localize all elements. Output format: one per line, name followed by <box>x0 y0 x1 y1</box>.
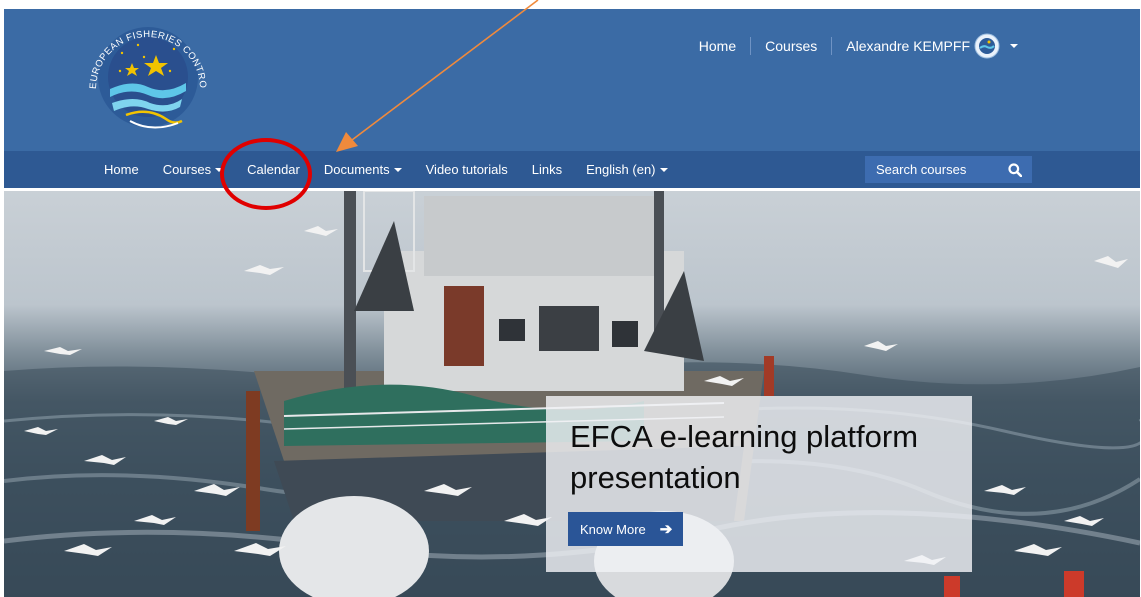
nav-item-language[interactable]: English (en) <box>574 162 679 177</box>
top-nav: Home Courses Alexandre KEMPFF <box>685 33 1018 59</box>
nav-item-calendar[interactable]: Calendar <box>235 162 312 177</box>
chevron-down-icon <box>393 167 402 172</box>
efca-logo[interactable]: EUROPEAN FISHERIES CONTROL AGENCY <box>78 3 214 143</box>
search-box <box>865 156 1032 183</box>
nav-item-label: Courses <box>162 162 212 177</box>
hero-caption-panel: EFCA e-learning platform presentation Kn… <box>546 396 972 572</box>
nav-item-video-tutorials[interactable]: Video tutorials <box>414 162 520 177</box>
site-header: EUROPEAN FISHERIES CONTROL AGENCY Home C… <box>4 3 1140 151</box>
search-button[interactable] <box>998 156 1032 183</box>
chevron-down-icon <box>215 167 224 172</box>
user-name: Alexandre KEMPFF <box>846 38 970 54</box>
nav-item-label: Calendar <box>247 162 300 177</box>
chevron-down-icon <box>1010 44 1018 48</box>
top-nav-courses[interactable]: Courses <box>751 38 831 54</box>
chevron-down-icon <box>659 167 668 172</box>
hero-banner: EFCA e-learning platform presentation Kn… <box>4 191 1140 597</box>
nav-item-label: English (en) <box>586 162 656 177</box>
nav-item-label: Documents <box>323 162 390 177</box>
know-more-label: Know More <box>580 521 646 537</box>
nav-item-home[interactable]: Home <box>92 162 151 177</box>
nav-item-links[interactable]: Links <box>520 162 574 177</box>
nav-item-documents[interactable]: Documents <box>312 162 414 177</box>
nav-item-label: Home <box>104 162 139 177</box>
hero-title: EFCA e-learning platform presentation <box>570 419 919 495</box>
nav-item-courses[interactable]: Courses <box>151 162 235 177</box>
user-avatar-icon <box>974 33 1000 59</box>
know-more-button[interactable]: Know More ➔ <box>568 512 683 546</box>
top-nav-home[interactable]: Home <box>685 38 750 54</box>
nav-item-label: Video tutorials <box>425 162 508 177</box>
search-icon <box>1008 162 1022 177</box>
user-menu[interactable]: Alexandre KEMPFF <box>832 33 1018 59</box>
main-nav: Home Courses Calendar Documents Video tu… <box>4 151 1140 188</box>
arrow-right-icon: ➔ <box>659 521 673 538</box>
search-input[interactable] <box>865 161 998 178</box>
nav-item-label: Links <box>531 162 563 177</box>
